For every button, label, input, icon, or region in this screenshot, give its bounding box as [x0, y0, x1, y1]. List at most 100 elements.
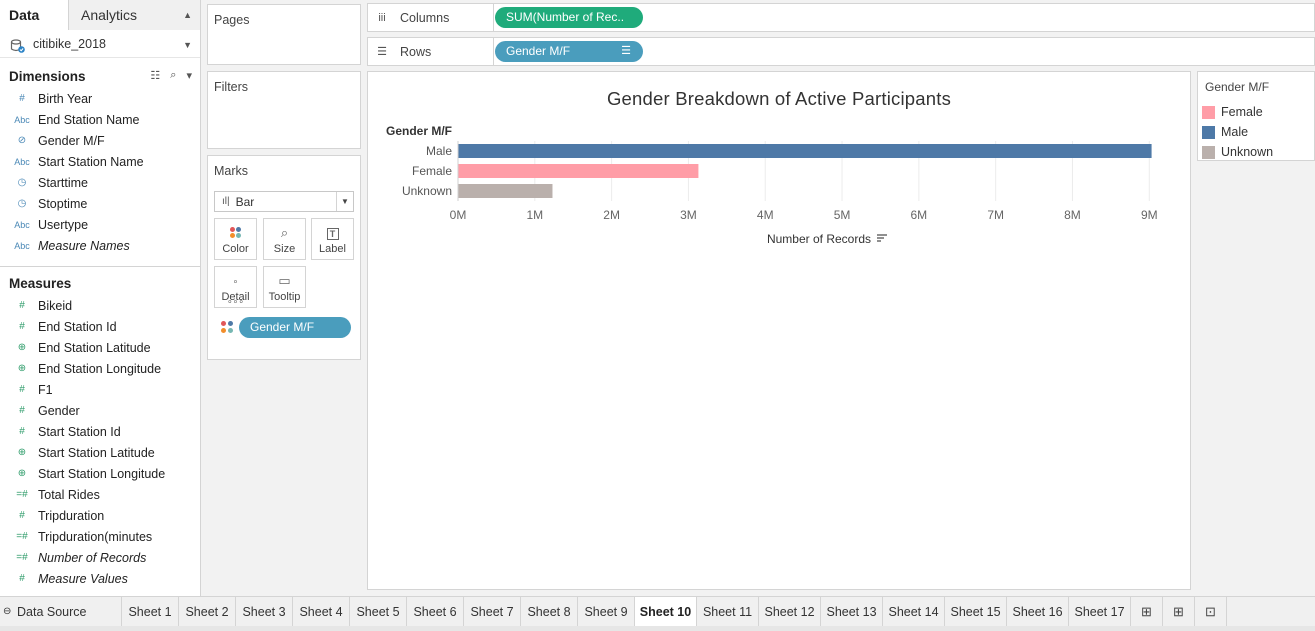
bar-male[interactable]: [458, 144, 1152, 158]
measure-field[interactable]: ⊕ Start Station Longitude: [0, 463, 200, 484]
bar-female[interactable]: [458, 164, 699, 178]
legend-label: Male: [1221, 125, 1249, 139]
legend-item[interactable]: Unknown: [1202, 143, 1273, 161]
size-button[interactable]: ⌕ Size: [263, 218, 306, 260]
dimension-field[interactable]: # Birth Year: [0, 88, 200, 109]
tab-data[interactable]: Data: [0, 0, 69, 30]
tooltip-button[interactable]: ▭ Tooltip: [263, 266, 306, 308]
sheet-tab[interactable]: Sheet 15: [945, 597, 1007, 626]
tab-scroll-arrows-icon[interactable]: ▲ ▼: [183, 0, 192, 60]
string-type-icon: Abc: [14, 156, 30, 167]
datasource-name: citibike_2018: [33, 36, 106, 51]
color-field-pill[interactable]: Gender M/F: [239, 317, 351, 338]
columns-shelf[interactable]: iii Columns SUM(Number of Rec..: [367, 3, 1315, 32]
sheet-tab[interactable]: Sheet 17: [1069, 597, 1131, 626]
rows-shelf[interactable]: ☰ Rows Gender M/F ☰: [367, 37, 1315, 66]
bar-unknown[interactable]: [458, 184, 553, 198]
dimension-field[interactable]: Abc Measure Names: [0, 235, 200, 256]
new-story-icon[interactable]: ⊡: [1195, 597, 1227, 626]
measure-field-label: Measure Values: [38, 571, 128, 586]
sheet-tab[interactable]: Sheet 13: [821, 597, 883, 626]
x-tick-label: 0M: [450, 208, 467, 222]
number-type-icon: #: [19, 573, 25, 584]
x-tick-label: 8M: [1064, 208, 1081, 222]
label-label: Label: [319, 243, 346, 255]
new-worksheet-icon[interactable]: ⊞: [1131, 597, 1163, 626]
sheet-tab[interactable]: Sheet 1: [122, 597, 179, 626]
measure-field[interactable]: # Bikeid: [0, 295, 200, 316]
rows-pill[interactable]: Gender M/F ☰: [495, 41, 643, 62]
measure-field[interactable]: =# Tripduration(minutes: [0, 526, 200, 547]
datetime-icon: ◷: [17, 177, 27, 188]
measure-field[interactable]: # Gender: [0, 400, 200, 421]
sheet-tab[interactable]: Sheet 3: [236, 597, 293, 626]
sheet-tab[interactable]: Sheet 2: [179, 597, 236, 626]
calculated-field-icon: =#: [16, 531, 28, 542]
measure-field[interactable]: =# Total Rides: [0, 484, 200, 505]
category-label[interactable]: Female: [412, 164, 452, 178]
mark-type-select[interactable]: ıl| Bar ▼: [214, 191, 354, 212]
dimension-field[interactable]: Abc Usertype: [0, 214, 200, 235]
sheet-tab-bar: ⊖ Data Source Sheet 1 Sheet 2 Sheet 3 Sheet…: [0, 596, 1315, 626]
sheet-tab[interactable]: Sheet 12: [759, 597, 821, 626]
label-button[interactable]: T Label: [311, 218, 354, 260]
x-axis-title[interactable]: Number of Records: [767, 232, 871, 246]
measure-field-label: Start Station Latitude: [38, 445, 155, 460]
category-label[interactable]: Male: [426, 144, 452, 158]
measure-field[interactable]: ⊕ Start Station Latitude: [0, 442, 200, 463]
sheet-tab[interactable]: Sheet 6: [407, 597, 464, 626]
sheet-tab[interactable]: Sheet 11: [697, 597, 759, 626]
sheet-tab[interactable]: Sheet 4: [293, 597, 350, 626]
filters-card[interactable]: Filters: [207, 71, 361, 149]
sheet-tab[interactable]: Sheet 5: [350, 597, 407, 626]
sheet-tab[interactable]: Sheet 8: [521, 597, 578, 626]
sheet-tab[interactable]: Sheet 7: [464, 597, 521, 626]
chevron-down-icon[interactable]: ▼: [336, 192, 353, 211]
legend-item[interactable]: Female: [1202, 103, 1263, 121]
sort-descending-icon[interactable]: ☰: [621, 41, 631, 62]
measure-field[interactable]: # Tripduration: [0, 505, 200, 526]
color-button[interactable]: Color: [214, 218, 257, 260]
string-type-icon: Abc: [14, 114, 30, 125]
datasource-item[interactable]: citibike_2018: [0, 30, 200, 58]
dimension-field[interactable]: Abc End Station Name: [0, 109, 200, 130]
dimension-field-label: Stoptime: [38, 196, 88, 211]
status-bar: [0, 626, 1315, 631]
sheet-tab[interactable]: Sheet 10: [635, 597, 697, 626]
dimension-field-label: Start Station Name: [38, 154, 144, 169]
number-type-icon: #: [19, 426, 25, 437]
legend-swatch: [1202, 105, 1215, 119]
number-type-icon: #: [19, 405, 25, 416]
columns-icon: iii: [378, 11, 386, 24]
category-label[interactable]: Unknown: [402, 184, 452, 198]
detail-button[interactable]: ∘ ∘∘∘ Detail: [214, 266, 257, 308]
measure-field[interactable]: # Start Station Id: [0, 421, 200, 442]
measure-field-label: Tripduration: [38, 508, 105, 523]
columns-pill[interactable]: SUM(Number of Rec..: [495, 7, 643, 28]
dropdown-arrow-icon[interactable]: ▾: [186, 69, 192, 82]
dimension-field[interactable]: ⊘ Gender M/F: [0, 130, 200, 151]
view-toggle-icon[interactable]: ☷: [150, 69, 160, 82]
sheet-tab[interactable]: Sheet 9: [578, 597, 635, 626]
sheet-tab[interactable]: Sheet 16: [1007, 597, 1069, 626]
x-tick-label: 1M: [526, 208, 543, 222]
measure-field[interactable]: # End Station Id: [0, 316, 200, 337]
dimension-field[interactable]: ◷ Stoptime: [0, 193, 200, 214]
measure-field[interactable]: # Measure Values: [0, 568, 200, 589]
measure-field[interactable]: =# Number of Records: [0, 547, 200, 568]
x-tick-label: 7M: [987, 208, 1004, 222]
sheet-tab[interactable]: Sheet 14: [883, 597, 945, 626]
legend-item[interactable]: Male: [1202, 123, 1248, 141]
search-icon[interactable]: ⌕: [170, 69, 176, 82]
measure-field[interactable]: # F1: [0, 379, 200, 400]
dimension-field-label: Gender M/F: [38, 133, 105, 148]
pages-card[interactable]: Pages: [207, 4, 361, 65]
new-dashboard-icon[interactable]: ⊞: [1163, 597, 1195, 626]
measure-field[interactable]: ⊕ End Station Longitude: [0, 358, 200, 379]
tab-analytics[interactable]: Analytics ▲ ▼: [69, 0, 200, 50]
measure-field[interactable]: ⊕ End Station Latitude: [0, 337, 200, 358]
data-source-tab[interactable]: ⊖ Data Source: [0, 597, 122, 626]
dimension-field[interactable]: ◷ Starttime: [0, 172, 200, 193]
measure-field-label: Number of Records: [38, 550, 147, 565]
dimension-field[interactable]: Abc Start Station Name: [0, 151, 200, 172]
